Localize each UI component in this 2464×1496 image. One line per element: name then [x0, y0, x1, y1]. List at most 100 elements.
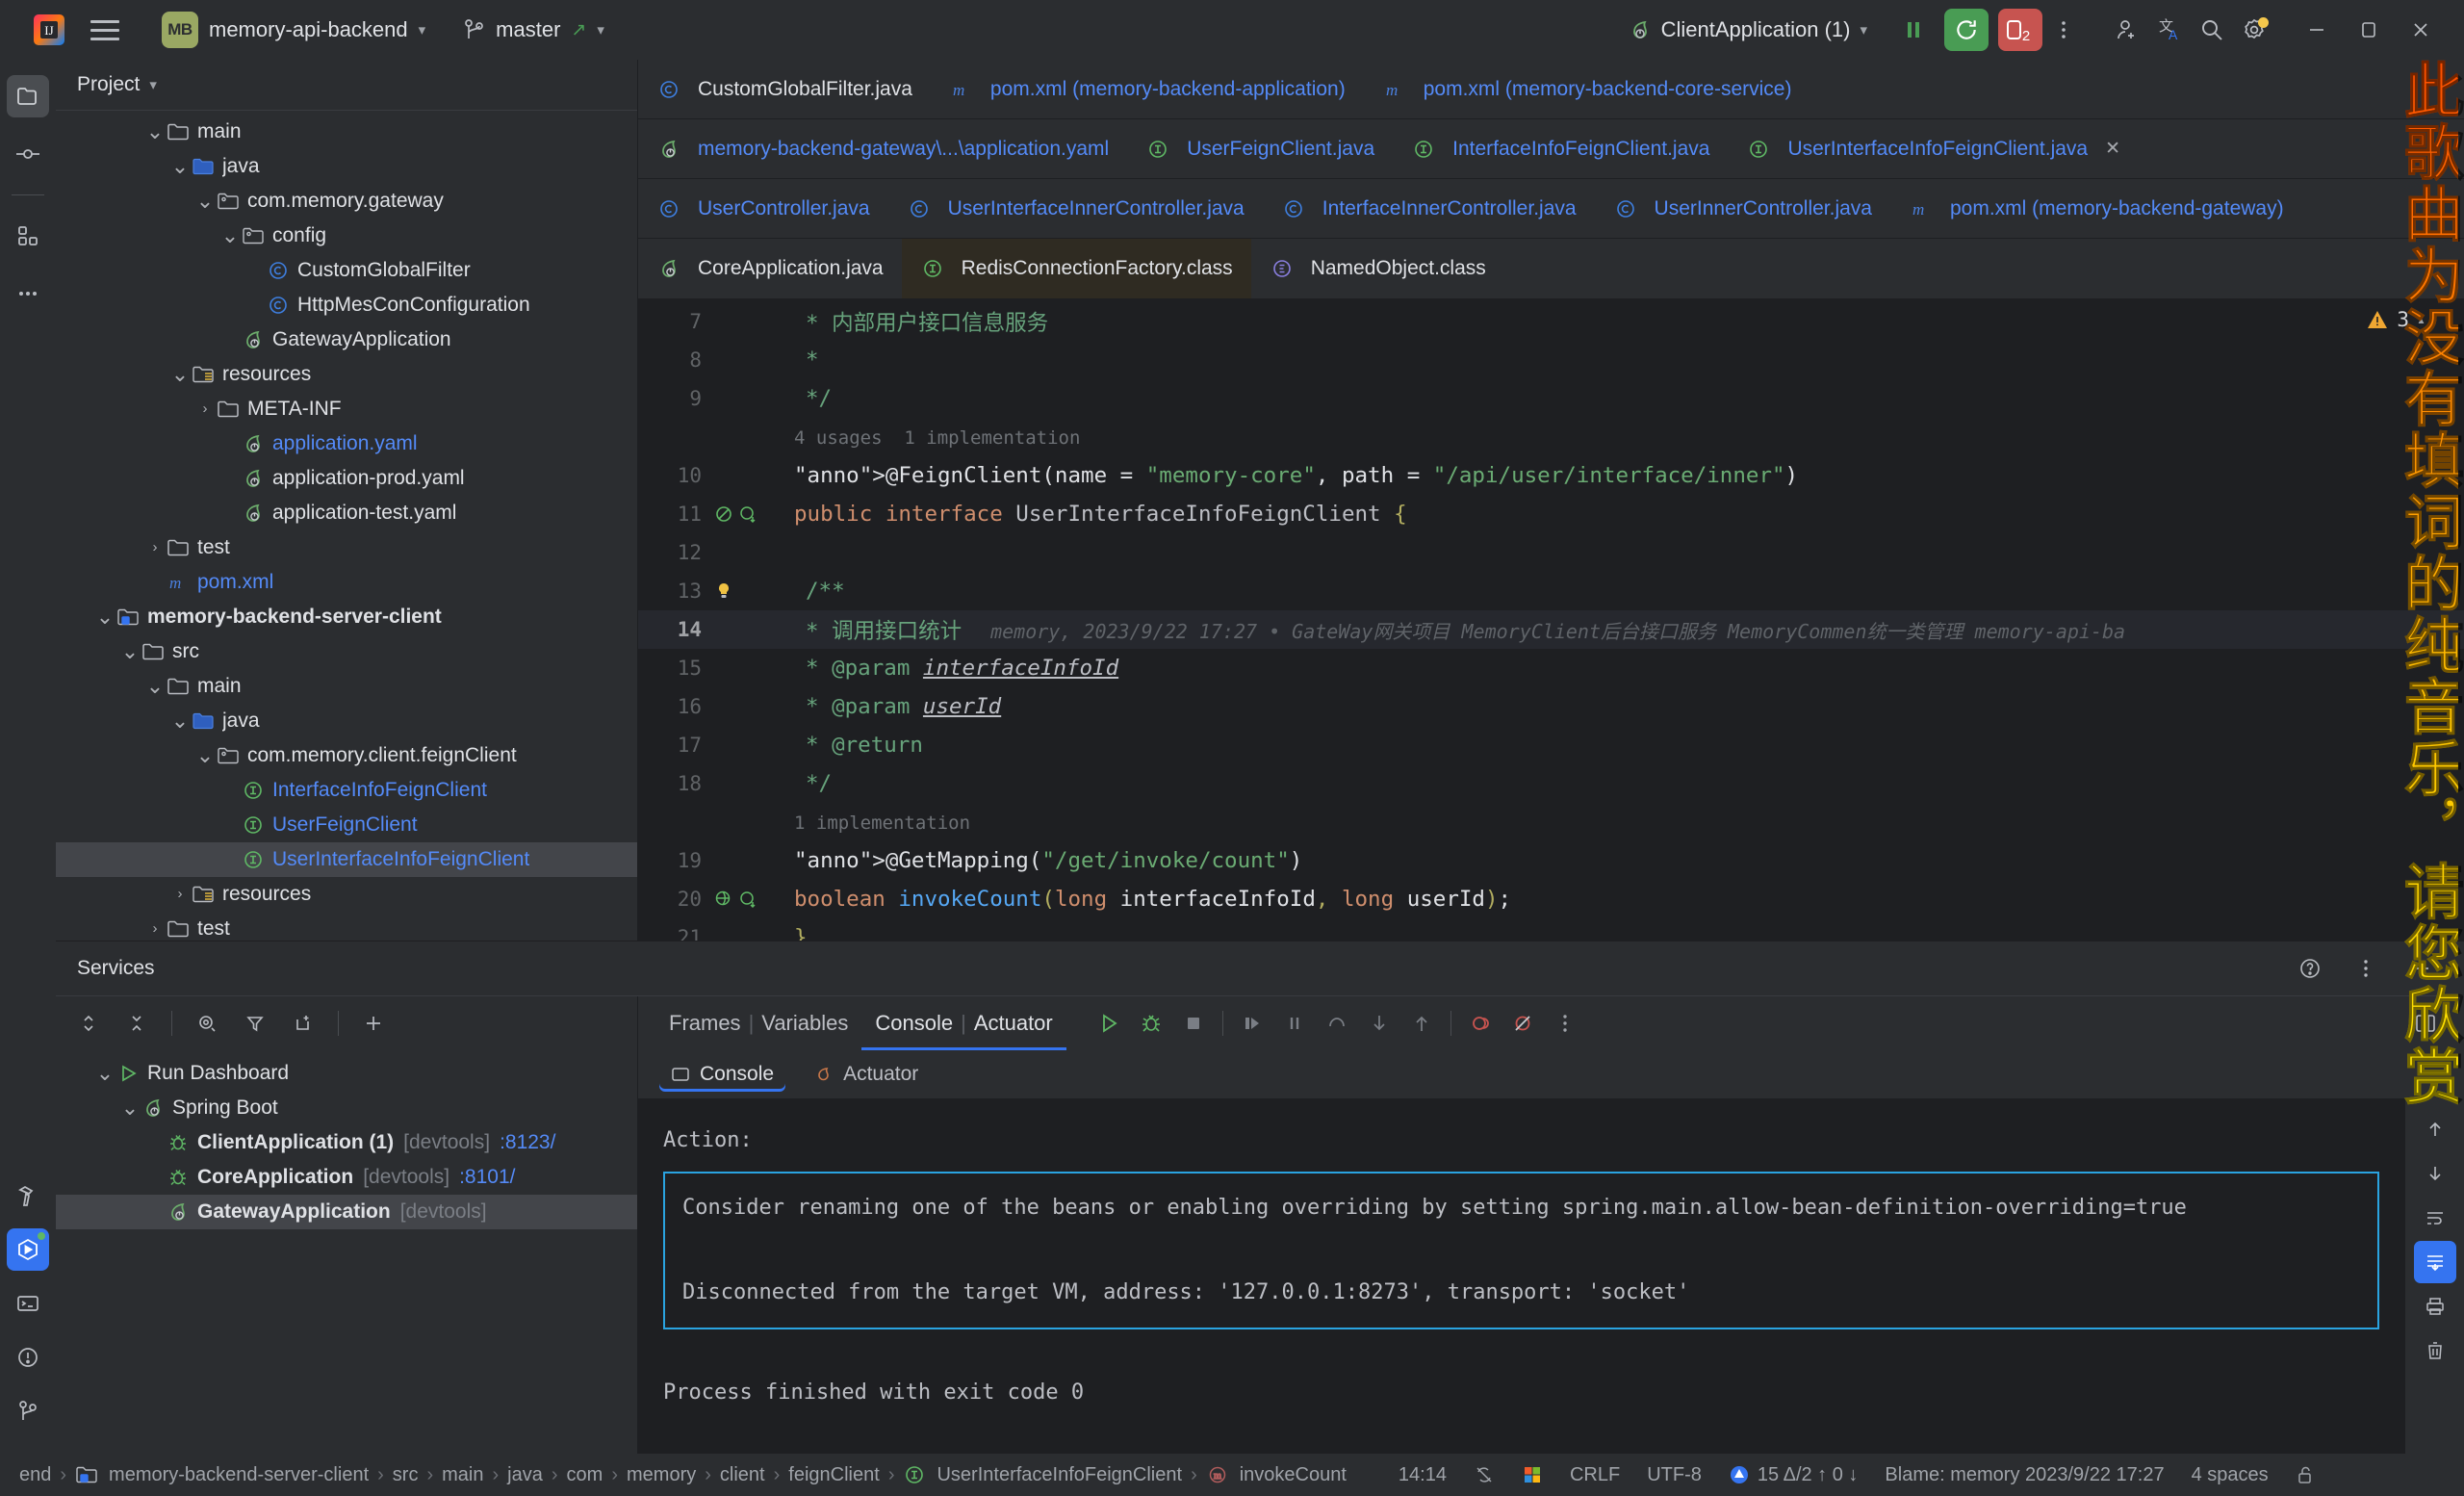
close-tab-icon[interactable]: ✕	[2105, 138, 2120, 160]
chevron-down-icon[interactable]: ⌄	[194, 190, 216, 211]
breadcrumb-item[interactable]: UserInterfaceInfoFeignClient	[897, 1463, 1188, 1486]
chevron-down-icon[interactable]: ⌄	[169, 363, 191, 384]
project-tree-row[interactable]: application.yaml	[56, 426, 637, 461]
code-editor[interactable]: 3 ▴ 7 * 内部用户接口信息服务 8 * 9 */4 usages 1 impleme…	[638, 298, 2464, 941]
project-tree-row[interactable]: UserInterfaceInfoFeignClient	[56, 841, 637, 877]
stop-sessions-button[interactable]: 2	[1998, 9, 2042, 51]
services-tree-row[interactable]: GatewayApplication [devtools]	[56, 1195, 637, 1229]
step-over-icon[interactable]	[1316, 1002, 1358, 1045]
unlocked-icon[interactable]	[2282, 1464, 2328, 1485]
gutter-markers[interactable]	[707, 503, 781, 525]
add-collaborator-button[interactable]	[2106, 9, 2148, 51]
breadcrumb-item[interactable]: java	[501, 1464, 549, 1486]
chevron-down-icon[interactable]: ⌄	[219, 224, 241, 245]
editor-tabs-more-icon[interactable]: ⋮	[2431, 73, 2452, 98]
editor-tab[interactable]: NamedObject.class	[1251, 239, 1504, 298]
editor-tab[interactable]: CustomGlobalFilter.java	[638, 60, 931, 118]
breadcrumb-item[interactable]: src	[387, 1464, 424, 1486]
terminal-tool-window-button[interactable]	[7, 1282, 49, 1325]
clear-all-icon[interactable]	[2414, 1329, 2456, 1372]
editor-tab[interactable]: RedisConnectionFactory.class	[901, 239, 1251, 298]
problems-tool-window-button[interactable]	[7, 1336, 49, 1379]
pause-icon[interactable]	[1273, 1002, 1316, 1045]
services-tree-row[interactable]: ⌄ Spring Boot	[56, 1091, 637, 1125]
chevron-down-icon[interactable]: ⌄	[169, 155, 191, 176]
console-output[interactable]: Action: Consider renaming one of the bea…	[638, 1098, 2404, 1454]
sub-tab-actuator[interactable]: Actuator	[803, 1057, 930, 1092]
soft-wrap-icon[interactable]	[2414, 1197, 2456, 1239]
branch-selector[interactable]: master ↗ ▾	[454, 13, 614, 47]
tab-console-actuator[interactable]: Console | Actuator	[861, 996, 1065, 1050]
file-encoding[interactable]: UTF-8	[1633, 1464, 1715, 1486]
project-tree-row[interactable]: m pom.xml	[56, 565, 637, 600]
services-minimize-icon[interactable]	[2400, 947, 2443, 990]
editor-tab[interactable]: m pom.xml (memory-backend-application)	[931, 60, 1364, 118]
editor-tab[interactable]: UserController.java	[638, 179, 888, 238]
project-tree-row[interactable]: InterfaceInfoFeignClient	[56, 773, 637, 808]
project-tree-row[interactable]: GatewayApplication	[56, 322, 637, 357]
chevron-down-icon[interactable]: ⌄	[119, 640, 141, 661]
project-tree-row[interactable]: UserFeignClient	[56, 808, 637, 842]
inspection-widget[interactable]: 3 ▴	[2366, 308, 2426, 331]
chevron-down-icon[interactable]: ⌄	[119, 1097, 141, 1119]
step-out-icon[interactable]	[1400, 1002, 1443, 1045]
breadcrumb-item[interactable]: client	[714, 1464, 771, 1486]
editor-tab[interactable]: UserInterfaceInfoFeignClient.java ✕	[1728, 119, 2139, 178]
add-icon[interactable]	[352, 1002, 395, 1045]
filter-icon[interactable]	[234, 1002, 276, 1045]
maximize-window-button[interactable]	[2343, 8, 2395, 52]
project-tree-row[interactable]: CustomGlobalFilter	[56, 253, 637, 288]
project-tree-row[interactable]: ⌄ com.memory.client.feignClient	[56, 738, 637, 773]
editor-tab[interactable]: UserInterfaceInnerController.java	[888, 179, 1263, 238]
tab-frames-variables[interactable]: Frames | Variables	[655, 996, 861, 1050]
editor-tab[interactable]: UserFeignClient.java	[1127, 119, 1393, 178]
stop-icon[interactable]	[1172, 1002, 1215, 1045]
project-tree-row[interactable]: ⌄ resources	[56, 357, 637, 392]
rerun-debug-button[interactable]	[1944, 9, 1989, 51]
project-panel-header[interactable]: Project ▾	[56, 60, 637, 110]
chevron-right-icon[interactable]: ›	[169, 886, 191, 902]
project-tree-row[interactable]: ⌄ config	[56, 219, 637, 253]
gutter-markers[interactable]	[707, 889, 781, 910]
project-tree-row[interactable]: ⌄ com.memory.gateway	[56, 184, 637, 219]
project-tool-window-button[interactable]	[7, 75, 49, 117]
collapse-all-icon[interactable]	[116, 1002, 158, 1045]
scroll-up-icon[interactable]	[2414, 1108, 2456, 1150]
line-separator[interactable]: CRLF	[1556, 1464, 1633, 1486]
editor-tab[interactable]: UserInnerController.java	[1595, 179, 1890, 238]
project-tree-row[interactable]: › META-INF	[56, 392, 637, 426]
run-configurations-icon[interactable]	[186, 1002, 228, 1045]
project-tree-row[interactable]: ⌄ java	[56, 704, 637, 738]
search-everywhere-button[interactable]	[2191, 9, 2233, 51]
breadcrumb-item[interactable]: main	[436, 1464, 489, 1486]
editor-tab[interactable]: memory-backend-gateway\...\application.y…	[638, 119, 1127, 178]
gutter-markers[interactable]	[707, 580, 781, 602]
project-tree-row[interactable]: › resources	[56, 877, 637, 912]
help-icon[interactable]	[2289, 947, 2331, 990]
services-tree-row[interactable]: ClientApplication (1) [devtools]:8123/	[56, 1125, 637, 1160]
chevron-right-icon[interactable]: ›	[194, 400, 216, 417]
debug-icon[interactable]	[1130, 1002, 1172, 1045]
run-configuration-selector[interactable]: ClientApplication (1) ▾	[1619, 13, 1877, 47]
project-tree-row[interactable]: application-test.yaml	[56, 496, 637, 530]
editor-tab[interactable]: InterfaceInnerController.java	[1263, 179, 1595, 238]
editor-tab[interactable]: m pom.xml (memory-backend-gateway)	[1890, 179, 2302, 238]
group-icon[interactable]	[282, 1002, 324, 1045]
more-tool-windows-button[interactable]	[7, 272, 49, 315]
services-tool-window-button[interactable]	[7, 1228, 49, 1271]
services-tree-row[interactable]: ⌄ Run Dashboard	[56, 1056, 637, 1091]
blame-widget[interactable]: Blame: memory 2023/9/22 17:27	[1871, 1464, 2177, 1486]
main-menu-button[interactable]	[90, 19, 119, 40]
editor-tab[interactable]: m pom.xml (memory-backend-core-service)	[1364, 60, 1810, 118]
chevron-right-icon[interactable]: ›	[144, 920, 166, 937]
chevron-down-icon[interactable]: ⌄	[169, 709, 191, 731]
view-breakpoints-icon[interactable]	[1502, 1002, 1544, 1045]
run-more-options-button[interactable]	[2042, 9, 2085, 51]
scroll-to-end-icon[interactable]	[2413, 1241, 2456, 1283]
project-tree-row[interactable]: ⌄ main	[56, 115, 637, 149]
project-tree-row[interactable]: ⌄ src	[56, 634, 637, 669]
breadcrumb-item[interactable]: m invokeCount	[1200, 1463, 1352, 1486]
project-tree-row[interactable]: ⌄ java	[56, 149, 637, 184]
indent-widget[interactable]: 4 spaces	[2178, 1464, 2282, 1486]
build-tool-window-button[interactable]	[7, 1174, 49, 1217]
